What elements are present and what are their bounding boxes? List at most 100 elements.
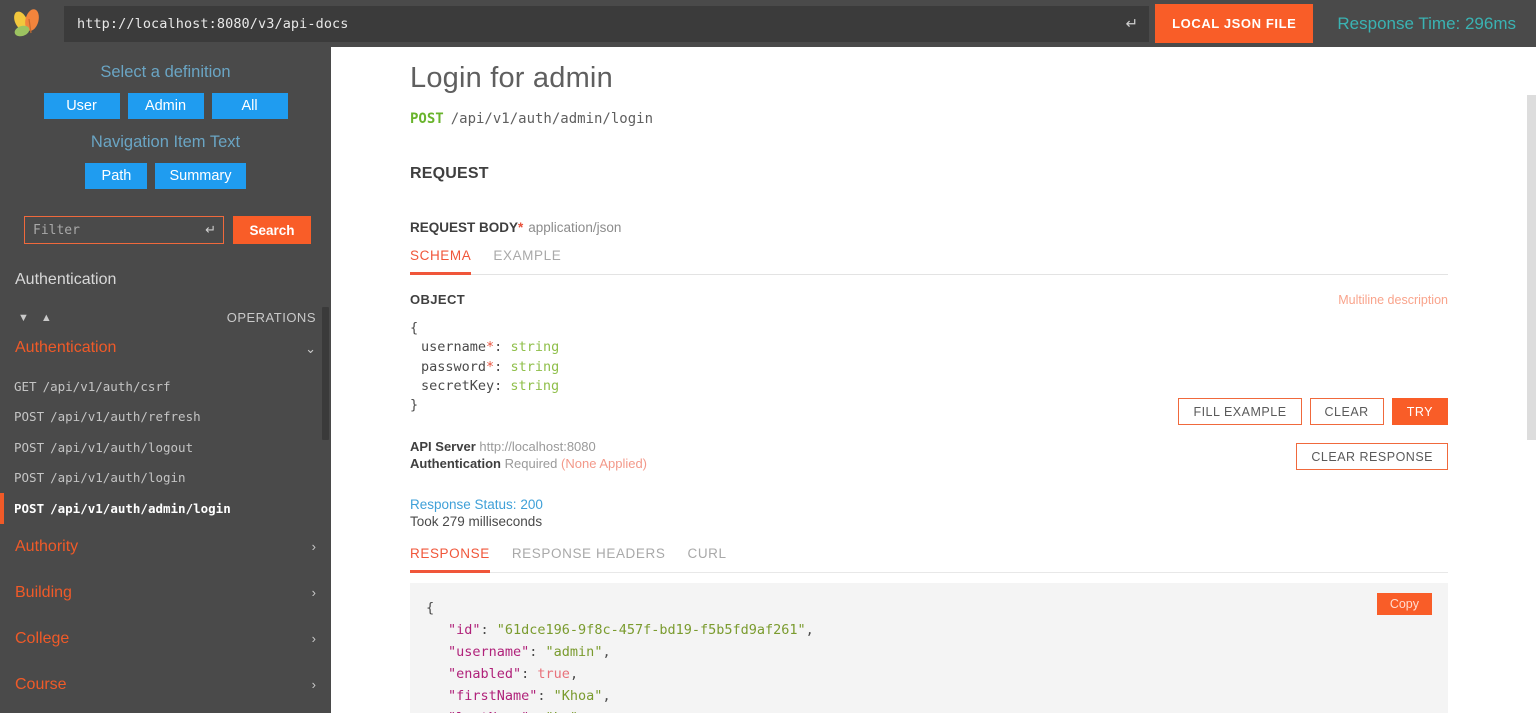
- sort-descending-icon[interactable]: ▼: [18, 312, 29, 324]
- clear-response-row: CLEAR RESPONSE: [1296, 443, 1448, 470]
- json-token: "61dce196-9f8c-457f-bd19-f5b5fd9af261": [496, 622, 806, 639]
- operation-path: /api/v1/auth/refresh: [50, 409, 201, 425]
- sidebar-operation-post-logout[interactable]: POST /api/v1/auth/logout: [0, 432, 331, 463]
- nav-item-text-button-group: Path Summary: [0, 163, 331, 189]
- field-name: secretKey: [421, 377, 495, 394]
- object-label: OBJECT: [410, 292, 466, 307]
- copy-button[interactable]: Copy: [1376, 593, 1432, 616]
- sidebar-operation-post-login[interactable]: POST /api/v1/auth/login: [0, 463, 331, 494]
- tab-response[interactable]: RESPONSE: [410, 546, 490, 574]
- group-label: Authority: [15, 537, 79, 555]
- tab-response-headers[interactable]: RESPONSE HEADERS: [512, 546, 666, 573]
- required-marker: *: [518, 220, 524, 235]
- nav-text-button-path[interactable]: Path: [85, 163, 148, 189]
- sort-ascending-icon[interactable]: ▲: [41, 312, 52, 324]
- operation-path: /api/v1/auth/csrf: [42, 378, 171, 394]
- sidebar-scrollbar-thumb[interactable]: [322, 307, 329, 440]
- clear-button[interactable]: CLEAR: [1309, 398, 1384, 425]
- object-row: OBJECT Multiline description: [410, 292, 1448, 307]
- navigation-item-text-title: Navigation Item Text: [90, 133, 241, 151]
- endpoint-method: POST: [410, 111, 444, 127]
- tab-example[interactable]: EXAMPLE: [493, 248, 561, 275]
- json-token: "admin": [545, 644, 603, 661]
- chevron-right-icon: ›: [311, 677, 316, 692]
- sidebar-group-college[interactable]: College ›: [0, 616, 331, 662]
- top-bar: http://localhost:8080/v3/api-docs ↵ LOCA…: [0, 0, 1536, 47]
- leaf-logo-icon: [14, 8, 39, 36]
- json-token: :: [529, 644, 546, 661]
- chevron-right-icon: ›: [311, 631, 316, 646]
- response-time-label: Response Time: 296ms: [1337, 13, 1516, 33]
- sidebar-group-building[interactable]: Building ›: [0, 570, 331, 616]
- schema-field-username: username*: string: [421, 339, 560, 356]
- enter-key-icon[interactable]: ↵: [1126, 16, 1139, 31]
- group-label: College: [15, 629, 70, 647]
- definition-button-all[interactable]: All: [211, 93, 288, 119]
- main-scrollbar[interactable]: [1527, 95, 1536, 440]
- app-logo: [0, 0, 56, 47]
- local-json-file-button[interactable]: LOCAL JSON FILE: [1155, 4, 1314, 43]
- nav-text-button-summary[interactable]: Summary: [155, 163, 246, 189]
- chevron-down-icon: ⌄: [305, 340, 316, 356]
- json-token: ,: [602, 688, 611, 705]
- tab-curl[interactable]: CURL: [687, 546, 726, 573]
- clear-response-button[interactable]: CLEAR RESPONSE: [1296, 443, 1448, 470]
- response-json-code: { "id": "61dce196-9f8c-457f-bd19-f5b5fd9a…: [426, 597, 1448, 713]
- sidebar-group-authentication[interactable]: Authentication ⌄: [0, 325, 331, 371]
- operation-method: POST: [14, 409, 45, 425]
- field-required-marker: *: [486, 339, 495, 356]
- sidebar-operation-post-refresh[interactable]: POST /api/v1/auth/refresh: [0, 402, 331, 433]
- response-json-panel: Copy { "id": "61dce196-9f8c-457f-bd19-f5b…: [410, 583, 1448, 713]
- operation-endpoint: POST/api/v1/auth/admin/login: [410, 111, 1536, 127]
- multiline-description-link[interactable]: Multiline description: [1338, 293, 1448, 307]
- tab-schema[interactable]: SCHEMA: [410, 248, 472, 275]
- response-status-text: Response Status: 200: [410, 497, 543, 513]
- schema-field-password: password*: string: [421, 358, 560, 375]
- authentication-required: Required: [504, 455, 558, 471]
- field-name: username: [421, 339, 487, 356]
- definition-button-group: User Admin All: [0, 93, 331, 119]
- filter-input[interactable]: [24, 216, 224, 244]
- api-server-label: API Server: [410, 439, 476, 455]
- definition-button-admin[interactable]: Admin: [127, 93, 204, 119]
- sidebar-operation-get-csrf[interactable]: GET /api/v1/auth/csrf: [0, 371, 331, 402]
- url-bar[interactable]: http://localhost:8080/v3/api-docs ↵: [64, 5, 1150, 42]
- request-body-label: REQUEST BODY: [410, 220, 519, 235]
- response-status-block: Response Status: 200 Took 279 millisecon…: [410, 497, 1536, 529]
- operation-method: POST: [14, 470, 45, 486]
- sidebar-operation-post-admin-login[interactable]: POST /api/v1/auth/admin/login: [0, 493, 331, 524]
- operation-method: POST: [14, 439, 45, 455]
- json-token: ,: [602, 644, 611, 661]
- request-body-mime: application/json: [528, 220, 622, 235]
- group-label: Course: [15, 675, 67, 693]
- url-text: http://localhost:8080/v3/api-docs: [77, 15, 349, 32]
- field-name: password: [421, 358, 487, 375]
- definition-button-user[interactable]: User: [43, 93, 120, 119]
- json-line: "firstName": "Khoa",: [426, 685, 1448, 707]
- field-required-marker: *: [486, 358, 495, 375]
- body-tabs: SCHEMA EXAMPLE: [410, 248, 1448, 275]
- schema-open-brace: {: [410, 320, 419, 336]
- api-server-value: http://localhost:8080: [479, 439, 596, 455]
- field-type: string: [510, 339, 560, 356]
- operations-column-label: OPERATIONS: [226, 310, 316, 325]
- json-line: "lastName": "Le",: [426, 707, 1448, 713]
- json-line: {: [426, 597, 1448, 619]
- fill-example-button[interactable]: FILL EXAMPLE: [1178, 398, 1302, 425]
- try-button[interactable]: TRY: [1391, 398, 1448, 425]
- json-token: true: [537, 666, 570, 683]
- operation-method: GET: [14, 378, 37, 394]
- sidebar-group-authority[interactable]: Authority ›: [0, 524, 331, 570]
- request-body-row: REQUEST BODY* application/json: [410, 220, 1536, 235]
- sidebar: Select a definition User Admin All Navig…: [0, 47, 331, 713]
- json-token: "enabled": [448, 666, 522, 683]
- json-token: {: [426, 600, 435, 617]
- json-token: ,: [805, 622, 814, 639]
- sidebar-section-title: Authentication: [15, 271, 117, 288]
- json-token: "id": [448, 622, 481, 639]
- operation-path: /api/v1/auth/login: [50, 470, 186, 486]
- search-button[interactable]: Search: [233, 216, 311, 244]
- sidebar-group-course[interactable]: Course ›: [0, 662, 331, 708]
- operation-path: /api/v1/auth/admin/login: [50, 500, 231, 516]
- endpoint-path: /api/v1/auth/admin/login: [450, 111, 654, 127]
